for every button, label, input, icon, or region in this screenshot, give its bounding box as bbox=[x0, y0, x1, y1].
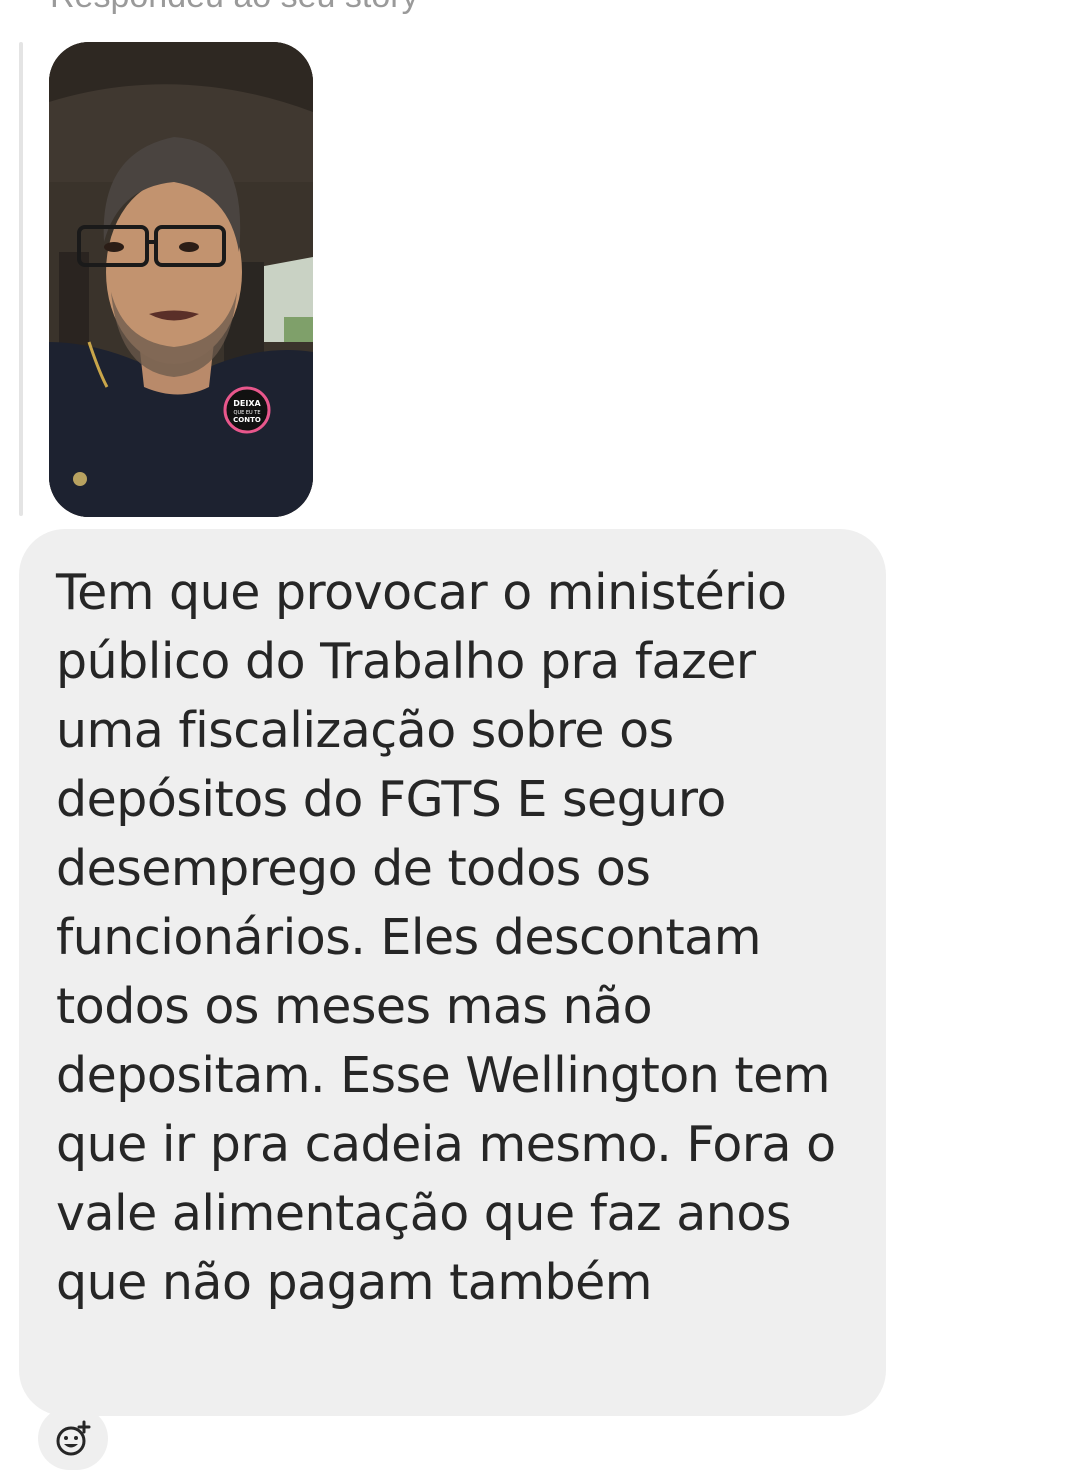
quote-bar bbox=[19, 42, 23, 516]
message-bubble[interactable]: Tem que provocar o ministério público do… bbox=[19, 529, 886, 1416]
story-thumbnail[interactable]: DEIXA QUE EU TE CONTO bbox=[49, 42, 313, 517]
add-reaction-icon bbox=[56, 1420, 91, 1455]
add-reaction-button[interactable] bbox=[38, 1407, 108, 1470]
svg-text:DEIXA: DEIXA bbox=[233, 399, 261, 408]
reply-context-label: Respondeu ao seu story bbox=[50, 0, 419, 16]
message-text: Tem que provocar o ministério público do… bbox=[56, 564, 836, 1311]
svg-text:CONTO: CONTO bbox=[233, 416, 261, 424]
